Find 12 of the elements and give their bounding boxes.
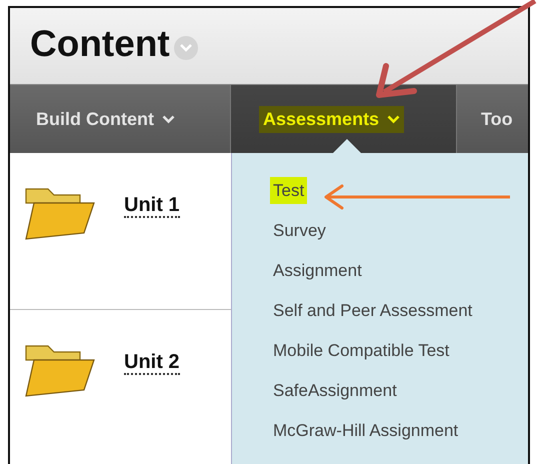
menu-item[interactable]: McGraw-Hill Assignment [270,417,462,444]
menu-tab[interactable]: Assessments [231,85,457,153]
unit-link[interactable]: Unit 2 [124,351,180,375]
menu-item[interactable]: Assignment [270,257,365,284]
menu-item[interactable]: SafeAssignment [270,377,400,404]
page-title: Content [30,22,170,66]
unit-link[interactable]: Unit 1 [124,194,180,218]
options-icon[interactable] [174,36,198,60]
menu-item[interactable]: Mobile Compatible Test [270,337,452,364]
menu-item[interactable]: Survey [270,217,329,244]
menu-item[interactable]: Test [270,177,308,204]
menu-item[interactable]: Self and Peer Assessment [270,297,476,324]
